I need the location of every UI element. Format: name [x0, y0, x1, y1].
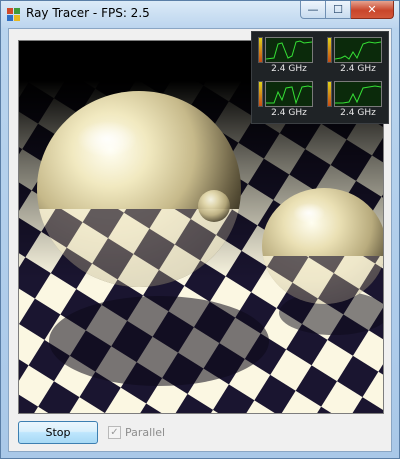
checkbox-check-icon[interactable]: ✓ [108, 426, 121, 439]
cpu-core-speed: 2.4 GHz [271, 108, 307, 118]
minimize-icon: — [307, 3, 319, 16]
cpu-usage-graph [265, 81, 313, 107]
maximize-button[interactable]: ☐ [326, 1, 351, 19]
stop-button[interactable]: Stop [18, 421, 98, 444]
minimize-button[interactable]: — [300, 1, 326, 19]
cpu-usage-graph [265, 37, 313, 63]
app-window: Ray Tracer - FPS: 2.5 — ☐ ✕ Stop ✓ Paral… [0, 0, 400, 459]
app-icon[interactable] [6, 6, 22, 22]
maximize-icon: ☐ [333, 3, 343, 16]
cpu-usage-graph [334, 81, 382, 107]
title-bar[interactable]: Ray Tracer - FPS: 2.5 — ☐ ✕ [1, 1, 399, 28]
parallel-label: Parallel [125, 426, 166, 439]
cpu-core-meter: 2.4 GHz [323, 78, 385, 120]
cpu-load-bar [258, 37, 263, 63]
cpu-meter-gadget: 2.4 GHz 2.4 GHz 2.4 GHz 2.4 GHz [251, 31, 389, 124]
cpu-core-meter: 2.4 GHz [323, 34, 385, 76]
cpu-core-speed: 2.4 GHz [271, 64, 307, 74]
sphere-reflection [49, 296, 269, 386]
window-title: Ray Tracer - FPS: 2.5 [26, 6, 150, 20]
cpu-usage-graph [334, 37, 382, 63]
cpu-core-speed: 2.4 GHz [340, 64, 376, 74]
close-button[interactable]: ✕ [351, 1, 394, 19]
cpu-load-bar [327, 37, 332, 63]
parallel-checkbox[interactable]: ✓ Parallel [108, 426, 165, 439]
cpu-core-meter: 2.4 GHz [254, 34, 316, 76]
cpu-load-bar [258, 81, 263, 107]
close-icon: ✕ [367, 3, 377, 16]
caption-buttons: — ☐ ✕ [300, 1, 394, 21]
cpu-core-speed: 2.4 GHz [340, 108, 376, 118]
cpu-load-bar [327, 81, 332, 107]
cpu-core-meter: 2.4 GHz [254, 78, 316, 120]
